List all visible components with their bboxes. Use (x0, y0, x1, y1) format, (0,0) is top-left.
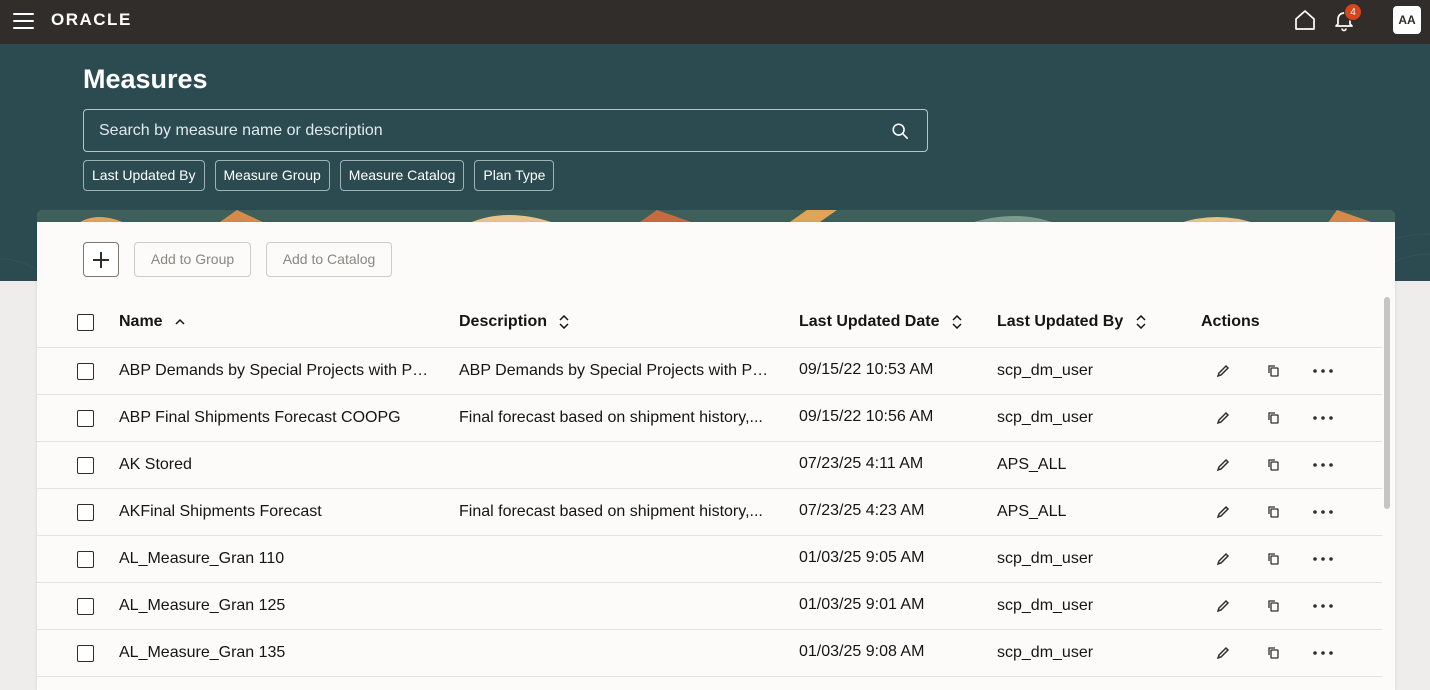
cell-last-updated-date: 09/15/22 10:53 AM (799, 361, 934, 378)
cell-description: Final forecast based on shipment history… (459, 503, 763, 520)
cell-last-updated-by: scp_dm_user (997, 644, 1094, 661)
edit-icon[interactable] (1214, 409, 1232, 427)
column-header-last-updated-by-label: Last Updated By (997, 313, 1124, 330)
oracle-logo: ORACLE (51, 10, 132, 29)
select-all-checkbox[interactable] (77, 314, 94, 331)
edit-icon[interactable] (1214, 503, 1232, 521)
home-icon[interactable] (1293, 8, 1317, 32)
cell-last-updated-by: APS_ALL (997, 503, 1067, 520)
more-actions-icon[interactable] (1311, 644, 1335, 662)
column-header-last-updated-by[interactable]: Last Updated By (997, 313, 1146, 331)
row-checkbox[interactable] (77, 504, 94, 521)
table-row[interactable]: ABP Demands by Special Projects with Pr.… (37, 348, 1382, 395)
row-checkbox[interactable] (77, 363, 94, 380)
cell-name[interactable]: AL_Measure_Gran 135 (119, 644, 429, 662)
table-row[interactable]: AK Stored 07/23/25 4:11 AM APS_ALL (37, 442, 1382, 489)
column-header-last-updated-date[interactable]: Last Updated Date (799, 313, 962, 331)
add-to-catalog-button[interactable]: Add to Catalog (266, 242, 392, 277)
search-icon[interactable] (891, 122, 909, 140)
sort-icon[interactable] (1136, 314, 1146, 329)
sort-icon[interactable] (952, 314, 962, 329)
add-button[interactable] (83, 242, 119, 277)
cell-name[interactable]: AK Stored (119, 456, 429, 474)
more-actions-icon[interactable] (1311, 597, 1335, 615)
more-actions-icon[interactable] (1311, 550, 1335, 568)
duplicate-icon[interactable] (1265, 362, 1283, 380)
column-header-description[interactable]: Description (459, 313, 569, 331)
cell-name[interactable]: AKFinal Shipments Forecast (119, 503, 429, 521)
cell-name[interactable]: AL_Measure_Gran 110 (119, 550, 429, 568)
edit-icon[interactable] (1214, 550, 1232, 568)
table-row[interactable]: ABP Final Shipments Forecast COOPG Final … (37, 395, 1382, 442)
cell-description: ABP Demands by Special Projects with Pr.… (459, 362, 769, 379)
add-to-group-button[interactable]: Add to Group (134, 242, 251, 277)
avatar[interactable]: AA (1393, 6, 1421, 34)
cell-last-updated-date: 09/15/22 10:56 AM (799, 408, 934, 425)
column-header-last-updated-date-label: Last Updated Date (799, 313, 940, 330)
notification-badge: 4 (1344, 3, 1362, 21)
column-header-name[interactable]: Name (119, 313, 185, 331)
filter-plan-type[interactable]: Plan Type (474, 160, 555, 191)
top-bar: ORACLE 4 AA (0, 0, 1430, 44)
column-header-description-label: Description (459, 313, 548, 330)
column-header-name-label: Name (119, 313, 163, 330)
cell-last-updated-date: 07/23/25 4:23 AM (799, 502, 925, 519)
row-checkbox[interactable] (77, 410, 94, 427)
hamburger-menu-icon[interactable] (13, 13, 34, 29)
row-checkbox[interactable] (77, 551, 94, 568)
cell-last-updated-date: 07/23/25 4:11 AM (799, 455, 924, 472)
more-actions-icon[interactable] (1311, 456, 1335, 474)
duplicate-icon[interactable] (1265, 644, 1283, 662)
edit-icon[interactable] (1214, 597, 1232, 615)
duplicate-icon[interactable] (1265, 597, 1283, 615)
duplicate-icon[interactable] (1265, 550, 1283, 568)
edit-icon[interactable] (1214, 644, 1232, 662)
filter-chips: Last Updated By Measure Group Measure Ca… (83, 160, 555, 191)
cell-last-updated-by: APS_ALL (997, 456, 1067, 473)
page-title: Measures (83, 64, 208, 94)
sort-ascending-icon[interactable] (175, 318, 185, 326)
cell-last-updated-by: scp_dm_user (997, 362, 1094, 379)
search-box (83, 109, 928, 152)
duplicate-icon[interactable] (1265, 409, 1283, 427)
more-actions-icon[interactable] (1311, 362, 1335, 380)
cell-last-updated-date: 01/03/25 9:05 AM (799, 549, 925, 566)
table-row[interactable]: AL_Measure_Gran 125 01/03/25 9:01 AM scp_d… (37, 583, 1382, 630)
edit-icon[interactable] (1214, 456, 1232, 474)
cell-description: Final forecast based on shipment history… (459, 409, 763, 426)
column-header-actions: Actions (1201, 313, 1260, 330)
table-row[interactable]: AL_Measure_Gran 110 01/03/25 9:05 AM scp_d… (37, 536, 1382, 583)
table-header: Name Description Last Updated Date Last … (37, 297, 1382, 348)
cell-last-updated-date: 01/03/25 9:08 AM (799, 643, 925, 660)
duplicate-icon[interactable] (1265, 503, 1283, 521)
filter-last-updated-by[interactable]: Last Updated By (83, 160, 205, 191)
cell-name[interactable]: ABP Demands by Special Projects with Pr.… (119, 362, 429, 380)
cell-name[interactable]: ABP Final Shipments Forecast COOPG (119, 409, 429, 427)
cell-last-updated-by: scp_dm_user (997, 550, 1094, 567)
edit-icon[interactable] (1214, 362, 1232, 380)
cell-last-updated-by: scp_dm_user (997, 597, 1094, 614)
row-checkbox[interactable] (77, 598, 94, 615)
cell-last-updated-by: scp_dm_user (997, 409, 1094, 426)
row-checkbox[interactable] (77, 645, 94, 662)
duplicate-icon[interactable] (1265, 456, 1283, 474)
search-input[interactable] (99, 120, 859, 142)
table-row[interactable]: AKFinal Shipments Forecast Final forecast… (37, 489, 1382, 536)
row-checkbox[interactable] (77, 457, 94, 474)
cell-name[interactable]: AL_Measure_Gran 125 (119, 597, 429, 615)
filter-measure-catalog[interactable]: Measure Catalog (339, 160, 465, 191)
measures-panel: Add to Group Add to Catalog Name Descrip… (37, 222, 1395, 690)
filter-measure-group[interactable]: Measure Group (214, 160, 330, 191)
cell-last-updated-date: 01/03/25 9:01 AM (799, 596, 925, 613)
vertical-scrollbar[interactable] (1384, 297, 1390, 509)
table-row[interactable]: AL_Measure_Gran 135 01/03/25 9:08 AM scp_d… (37, 630, 1382, 677)
more-actions-icon[interactable] (1311, 503, 1335, 521)
sort-icon[interactable] (559, 314, 569, 329)
more-actions-icon[interactable] (1311, 409, 1335, 427)
